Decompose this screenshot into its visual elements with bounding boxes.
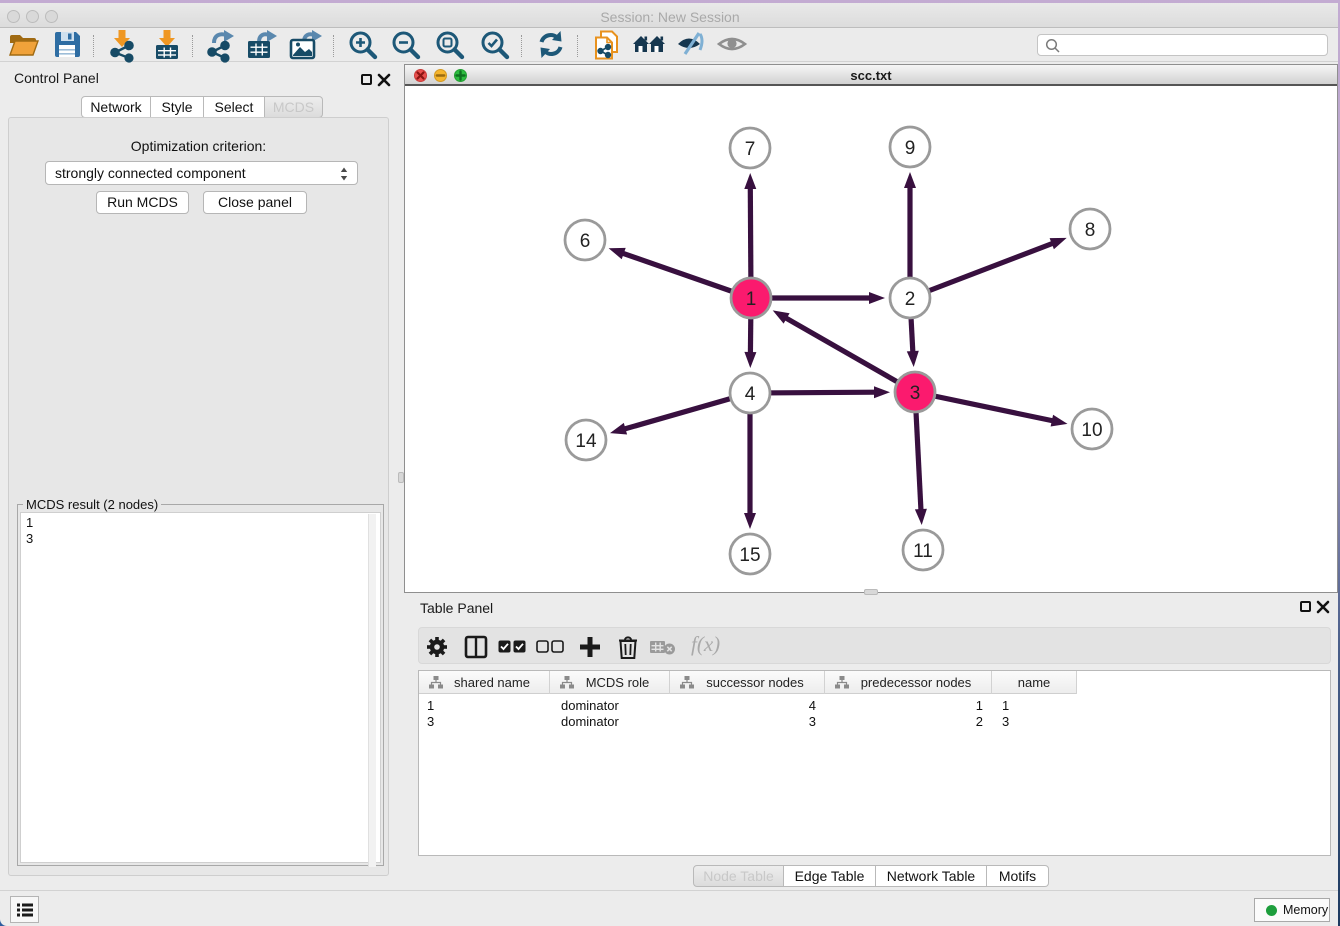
svg-text:8: 8 (1085, 220, 1096, 241)
svg-text:3: 3 (910, 383, 921, 404)
svg-text:1: 1 (746, 289, 757, 310)
svg-text:11: 11 (913, 541, 933, 562)
svg-text:15: 15 (739, 545, 760, 566)
svg-text:6: 6 (580, 231, 591, 252)
svg-text:7: 7 (745, 139, 756, 160)
svg-text:4: 4 (745, 384, 756, 405)
svg-text:2: 2 (905, 289, 916, 310)
svg-text:9: 9 (905, 138, 916, 159)
svg-text:14: 14 (575, 431, 597, 452)
svg-text:10: 10 (1081, 420, 1102, 441)
